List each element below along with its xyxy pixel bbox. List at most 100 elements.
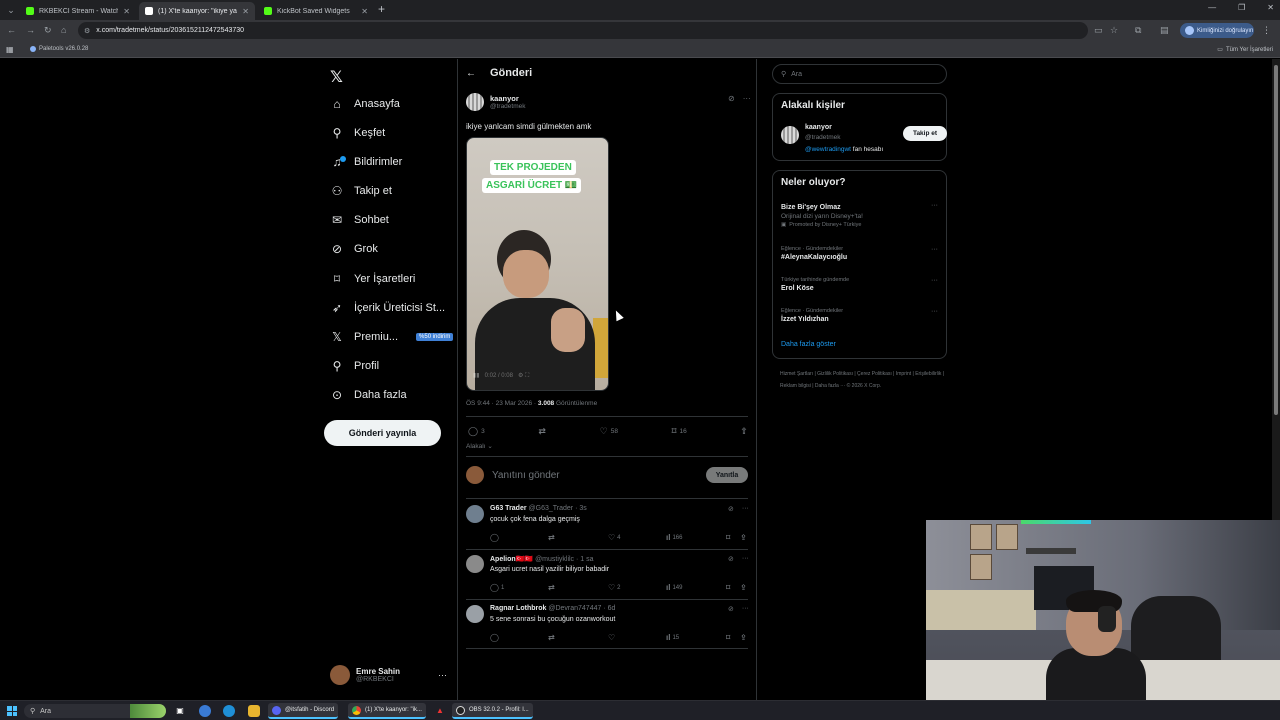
reply-icon[interactable]: ◯ xyxy=(490,533,499,542)
reply-input[interactable]: Yanıtını gönder xyxy=(492,470,560,481)
bookmark-button[interactable]: ⌑ 16 xyxy=(672,426,687,437)
share-icon[interactable]: ⇪ xyxy=(740,633,747,642)
sidebar-item-profile[interactable]: ⚲ Profil xyxy=(330,357,379,375)
retweet-icon[interactable]: ⇄ xyxy=(548,633,555,642)
sidebar-item-notifications[interactable]: ♫ Bildirimler xyxy=(330,153,403,171)
more-icon[interactable]: ··· xyxy=(931,246,938,253)
taskbar-app-obs[interactable]: OBS 32.0.2 - Profil: l... xyxy=(452,703,533,719)
back-arrow-icon[interactable]: ← xyxy=(466,68,476,79)
share-icon[interactable]: ⇪ xyxy=(740,533,747,542)
more-icon[interactable]: ··· xyxy=(742,505,749,513)
more-icon[interactable]: ··· xyxy=(742,555,749,563)
grok-icon[interactable]: ⊘ xyxy=(728,505,734,513)
restore-icon[interactable]: ❐ xyxy=(1238,3,1245,12)
reply-submit-button[interactable]: Yanıtla xyxy=(706,467,748,483)
back-icon[interactable]: ← xyxy=(7,25,16,35)
show-more-link[interactable]: Daha fazla göster xyxy=(781,341,836,348)
reply-composer[interactable]: Yanıtını gönder xyxy=(466,466,560,484)
file-explorer-icon[interactable] xyxy=(248,705,260,717)
grok-icon[interactable]: ⊘ xyxy=(728,94,735,103)
scrollbar-thumb[interactable] xyxy=(1274,65,1278,415)
views-button[interactable]: ıl 166 xyxy=(666,533,682,542)
heart-icon[interactable]: ♡ xyxy=(608,633,615,642)
account-switcher[interactable]: Emre Sahin @RKBEKCI xyxy=(330,665,400,685)
more-icon[interactable]: ··· xyxy=(742,605,749,613)
browser-menu-icon[interactable]: ⋮ xyxy=(1262,25,1271,36)
trend-item[interactable]: Eğlence · Gündemdekiler İzzet Yıldızhan … xyxy=(781,308,941,323)
reply-icon[interactable]: ◯ xyxy=(490,633,499,642)
bookmark-icon[interactable]: ⌑ xyxy=(726,533,730,542)
views-button[interactable]: ıl 149 xyxy=(666,583,682,592)
more-icon[interactable]: ··· xyxy=(931,277,938,284)
copilot-icon[interactable] xyxy=(199,705,211,717)
forward-icon[interactable]: → xyxy=(26,25,35,35)
trend-item[interactable]: Türkiye tarihinde gündemde Erol Köse ··· xyxy=(781,277,941,292)
bookmark-paletools[interactable]: Paletools v26.0.28 xyxy=(30,46,88,52)
sidebar-item-follow[interactable]: ⚇ Takip et xyxy=(330,182,392,200)
tab-rkbekci-stream[interactable]: RKBEKCI Stream - Watch Live o ✕ xyxy=(20,2,136,20)
url-field[interactable]: ⚙ x.com/tradetmek/status/203615211247254… xyxy=(78,22,1088,39)
close-icon[interactable]: ✕ xyxy=(242,7,249,16)
x-logo-icon[interactable]: 𝕏 xyxy=(330,67,343,87)
reply-item[interactable]: Ragnar Lothbrok @Devran747447 · 6d 5 sen… xyxy=(466,605,750,653)
windows-start-icon[interactable] xyxy=(7,706,17,716)
grok-icon[interactable]: ⊘ xyxy=(728,555,734,563)
sidebar-item-premium[interactable]: 𝕏 Premiu... %50 indirim xyxy=(330,328,454,346)
sidebar-item-bookmarks[interactable]: ⌑ Yer İşaretleri xyxy=(330,270,415,288)
tab-search-icon[interactable]: ⌄ xyxy=(4,3,18,17)
bio-mention-link[interactable]: @wewtradingwt xyxy=(805,146,851,153)
bookmark-icon[interactable]: ⌑ xyxy=(726,583,730,592)
all-bookmarks[interactable]: ▭ Tüm Yer İşaretleri xyxy=(1217,46,1273,54)
reply-button[interactable]: ◯ 1 xyxy=(490,583,504,592)
home-icon[interactable]: ⌂ xyxy=(61,25,66,35)
bookmark-icon[interactable]: ⌑ xyxy=(726,633,730,642)
retweet-icon[interactable]: ⇄ xyxy=(548,583,555,592)
tweet-video[interactable]: TEK PROJEDEN ASGARİ ÜCRET 💵 ▮▮ 0:02 / 0:… xyxy=(466,137,609,391)
sidepanel-icon[interactable]: ▤ xyxy=(1160,25,1169,36)
edge-icon[interactable] xyxy=(223,705,235,717)
views-button[interactable]: ıl 15 xyxy=(666,633,679,642)
retweet-icon[interactable]: ⇄ xyxy=(548,533,555,542)
taskbar-search[interactable]: ⚲ Ara xyxy=(24,704,166,718)
new-tab-icon[interactable]: + xyxy=(378,2,385,16)
video-controls[interactable]: ▮▮ 0:02 / 0:08 ⚙ ⛶ xyxy=(473,372,529,380)
reply-item[interactable]: Apelion🇹🇷🇹🇷 @mustiyklilc · 1 sa Asgari u… xyxy=(466,555,750,603)
post-button[interactable]: Gönderi yayınla xyxy=(324,420,441,446)
close-icon[interactable]: ✕ xyxy=(123,7,130,16)
close-window-icon[interactable]: ✕ xyxy=(1267,3,1274,12)
follow-button[interactable]: Takip et xyxy=(903,126,947,141)
reload-icon[interactable]: ↻ xyxy=(44,25,52,36)
trend-item[interactable]: Eğlence · Gündemdekiler #AleynaKalaycıoğ… xyxy=(781,246,941,261)
sidebar-item-explore[interactable]: ⚲ Keşfet xyxy=(330,124,386,142)
tweet-author[interactable]: kaanyor @tradetmek xyxy=(466,93,526,111)
minimize-icon[interactable]: — xyxy=(1208,3,1216,12)
apps-icon[interactable]: ▦ xyxy=(6,45,14,54)
taskbar-app-chrome[interactable]: (1) X'te kaanyor: "ik... xyxy=(348,703,426,719)
sidebar-item-more[interactable]: ⊙ Daha fazla xyxy=(330,386,407,404)
reply-button[interactable]: ◯ 3 xyxy=(468,426,485,437)
footer-links[interactable]: Hizmet Şartları | Gizlilik Politikası | … xyxy=(780,368,945,392)
sidebar-item-home[interactable]: ⌂ Anasayfa xyxy=(330,95,400,113)
sidebar-item-creator-studio[interactable]: ➶ İçerik Üreticisi St... xyxy=(330,299,445,317)
profile-button[interactable]: Kimliğinizi doğrulayın xyxy=(1180,23,1254,38)
share-button[interactable]: ⇪ xyxy=(740,426,748,437)
related-filter[interactable]: Alakalı ⌄ xyxy=(466,442,493,450)
task-view-icon[interactable]: ▣ xyxy=(174,705,186,717)
search-input[interactable]: ⚲ Ara xyxy=(772,64,947,84)
reply-item[interactable]: G63 Trader @G63_Trader · 3s çocuk çok fe… xyxy=(466,505,750,553)
sidebar-item-grok[interactable]: ⊘ Grok xyxy=(330,240,378,258)
share-icon[interactable]: ⇪ xyxy=(740,583,747,592)
trend-item[interactable]: Bize Bi'şey Olmaz Orijinal dizi yarın Di… xyxy=(781,202,941,228)
app-red-icon[interactable]: ▲ xyxy=(434,705,446,717)
grok-icon[interactable]: ⊘ xyxy=(728,605,734,613)
tab-kickbot-widgets[interactable]: KickBot Saved Widgets ✕ xyxy=(258,2,374,20)
star-icon[interactable]: ☆ xyxy=(1110,25,1118,36)
more-icon[interactable]: ··· xyxy=(931,308,938,315)
extensions-icon[interactable]: ⧉ xyxy=(1135,25,1141,36)
more-icon[interactable]: ··· xyxy=(931,202,938,209)
taskbar-app-discord[interactable]: @itsfatih - Discord xyxy=(268,703,339,719)
tab-x-post[interactable]: (1) X'te kaanyor: "ikiye yanı ✕ xyxy=(139,2,255,20)
like-button[interactable]: ♡ 4 xyxy=(608,533,621,542)
account-more-icon[interactable]: ··· xyxy=(438,670,447,680)
cast-icon[interactable]: ▭ xyxy=(1094,25,1103,36)
